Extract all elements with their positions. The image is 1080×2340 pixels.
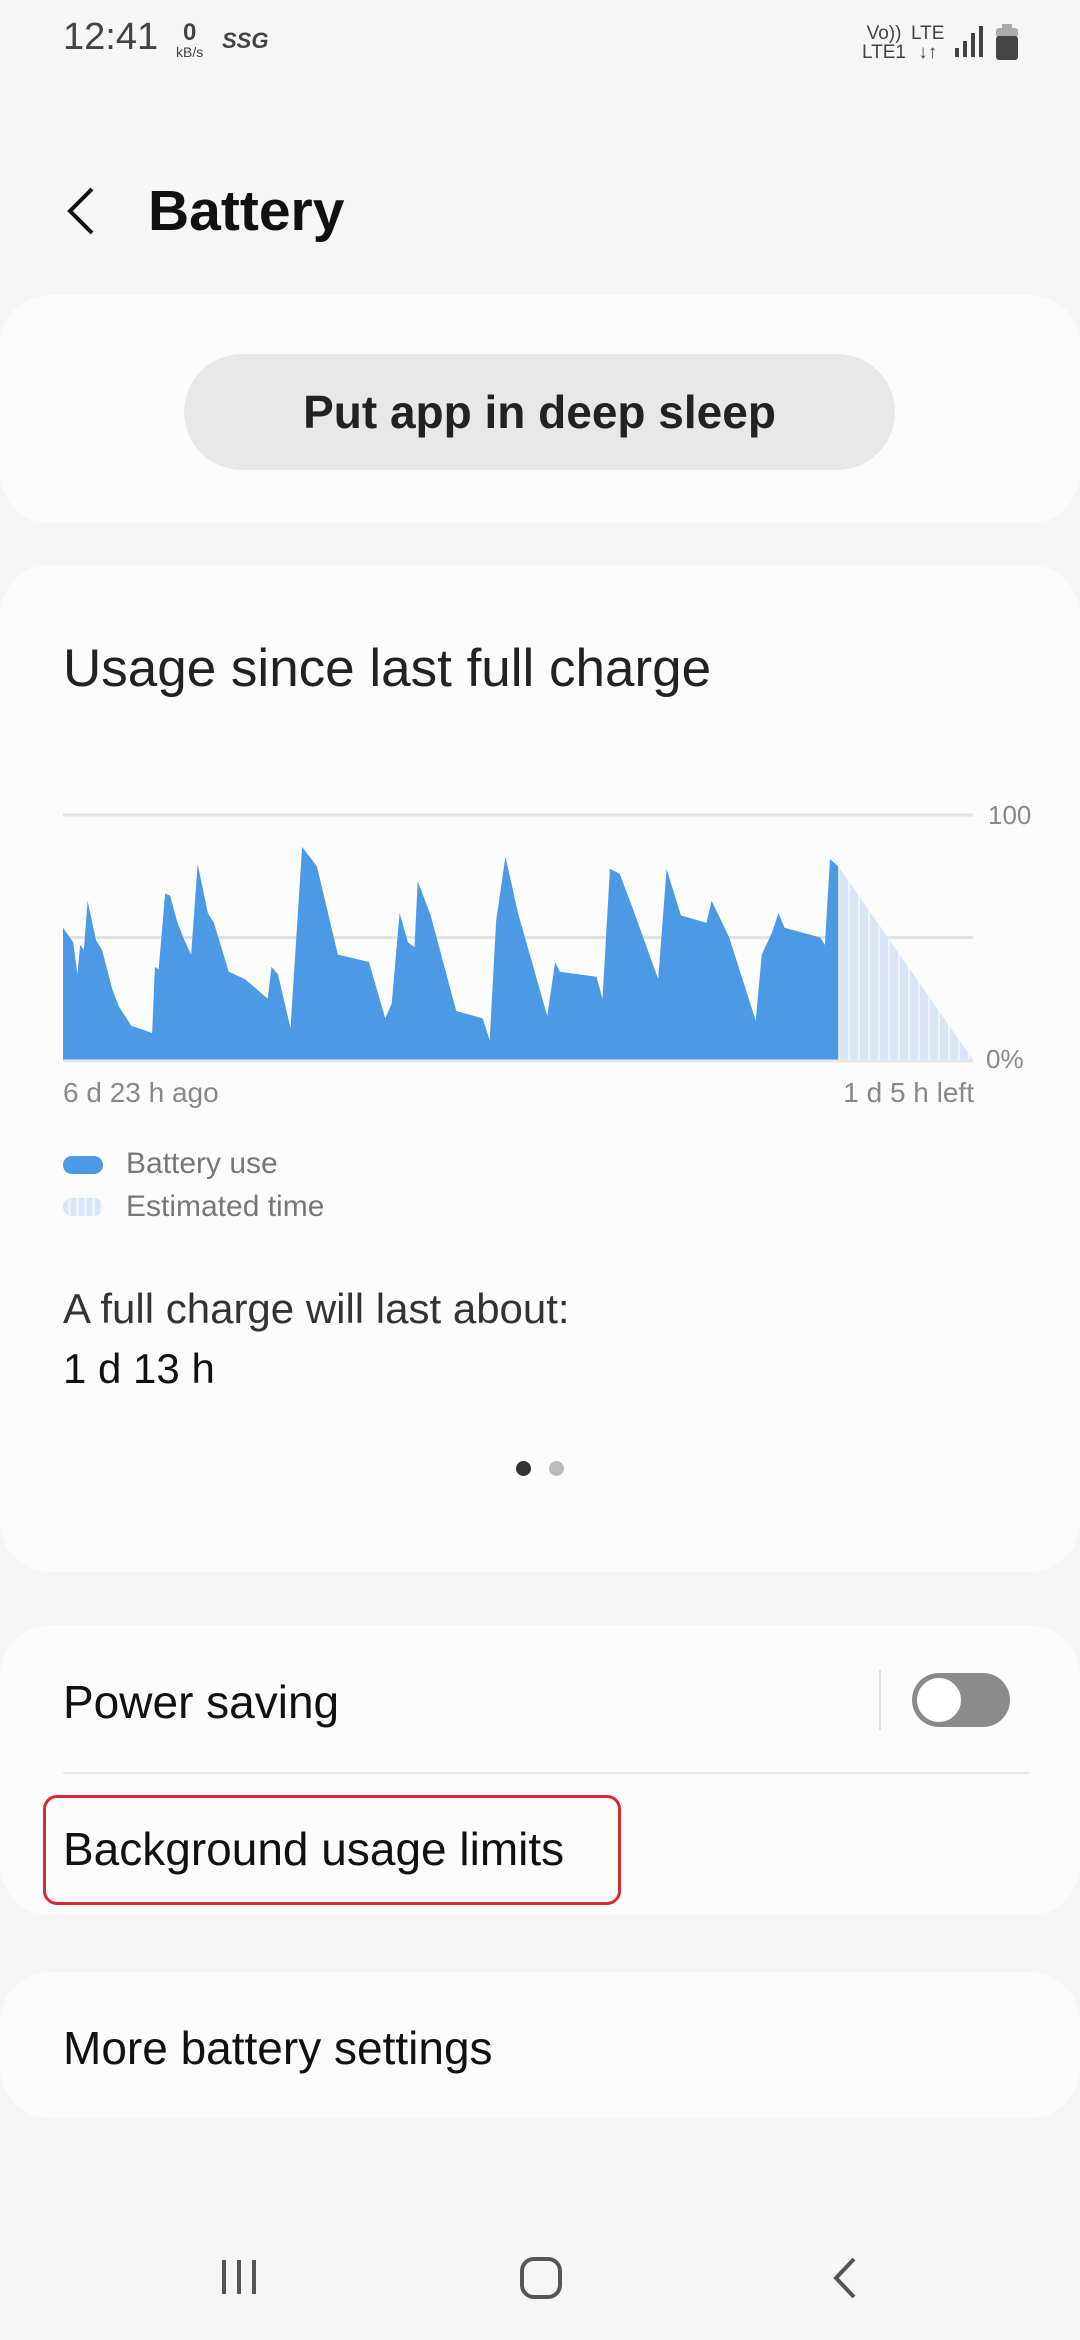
legend-estimated-swatch xyxy=(63,1198,103,1216)
volte-label: Vo)) xyxy=(866,23,902,44)
net-speed: 0 kB/s xyxy=(176,19,204,61)
background-usage-limits[interactable]: Background usage limits xyxy=(63,1822,564,1876)
x-tick-end: 1 d 5 h left xyxy=(843,1077,974,1108)
carrier-badge: SSG xyxy=(222,28,269,53)
full-charge-label: A full charge will last about: xyxy=(63,1285,570,1332)
legend-battery-use-swatch xyxy=(63,1156,103,1174)
back-button[interactable] xyxy=(62,185,98,237)
x-tick-start: 6 d 23 h ago xyxy=(63,1077,219,1108)
page-title: Battery xyxy=(148,179,345,243)
data-arrows-icon: ↓↑ xyxy=(918,42,938,63)
deep-sleep-button[interactable]: Put app in deep sleep xyxy=(184,354,895,470)
more-battery-settings[interactable]: More battery settings xyxy=(63,2021,493,2075)
signal-icon xyxy=(955,26,983,57)
battery-icon xyxy=(996,24,1018,60)
home-icon[interactable] xyxy=(519,2256,563,2300)
toggle-knob xyxy=(914,1675,964,1725)
power-saving-toggle[interactable] xyxy=(912,1673,1010,1727)
full-charge-value: 1 d 13 h xyxy=(63,1345,215,1392)
status-time: 12:41 xyxy=(63,16,159,58)
page-dot[interactable] xyxy=(549,1461,564,1476)
deep-sleep-label: Put app in deep sleep xyxy=(303,386,776,438)
battery-use-area xyxy=(63,846,839,1060)
net-speed-unit: kB/s xyxy=(176,44,204,60)
usage-title: Usage since last full charge xyxy=(63,639,712,698)
toggle-divider xyxy=(879,1670,881,1730)
legend-estimated: Estimated time xyxy=(126,1190,325,1223)
lte1-label: LTE1 xyxy=(862,42,907,63)
back-icon[interactable] xyxy=(830,2256,860,2300)
estimated-time-area xyxy=(838,866,973,1060)
net-speed-value: 0 xyxy=(182,19,197,46)
legend-battery-use: Battery use xyxy=(126,1147,278,1180)
lte-indicator: LTE ↓↑ xyxy=(911,24,944,62)
page-dot-active[interactable] xyxy=(516,1461,531,1476)
y-tick-0: 0% xyxy=(986,1044,1024,1074)
power-saving-label[interactable]: Power saving xyxy=(63,1675,339,1729)
recents-icon[interactable] xyxy=(220,2258,260,2296)
volte-indicator: Vo)) LTE1 xyxy=(862,24,906,62)
lte-label: LTE xyxy=(911,23,945,44)
battery-usage-chart xyxy=(63,813,973,1063)
list-divider xyxy=(63,1772,1029,1774)
y-tick-100: 100 xyxy=(988,800,1032,830)
